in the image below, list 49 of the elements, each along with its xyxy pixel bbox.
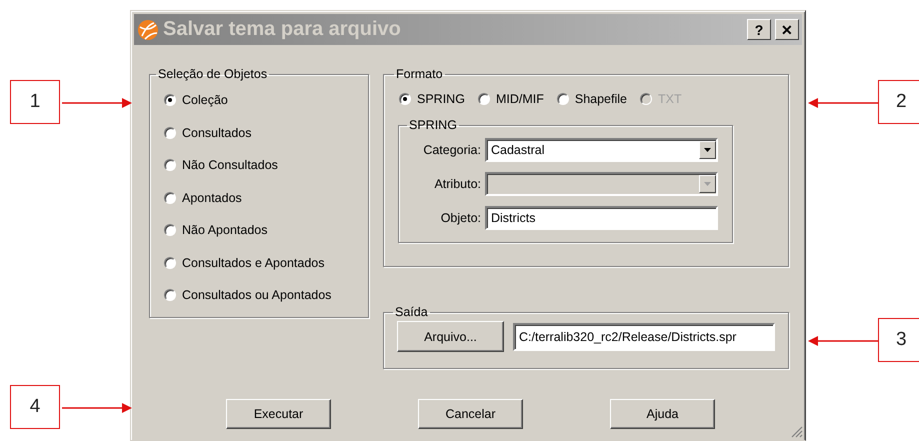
arrow bbox=[62, 403, 132, 413]
input-field[interactable]: C:/terralib320_rc2/Release/Districts.spr bbox=[513, 322, 775, 350]
help-button[interactable]: ? bbox=[747, 19, 771, 40]
arrow bbox=[808, 336, 878, 346]
group-title: Seleção de Objetos bbox=[157, 67, 268, 81]
radio-button[interactable]: Não Apontados bbox=[164, 223, 268, 237]
radio-circle-icon[interactable] bbox=[164, 256, 176, 268]
radio-circle-icon[interactable] bbox=[164, 126, 176, 138]
dialog-button[interactable]: Arquivo... bbox=[397, 321, 504, 352]
close-button[interactable]: ✕ bbox=[775, 19, 799, 40]
resize-grip-icon[interactable] bbox=[791, 426, 803, 438]
field-label: Objeto: bbox=[440, 211, 482, 225]
field-label: Atributo: bbox=[433, 177, 482, 191]
radio-circle-icon[interactable] bbox=[478, 93, 490, 105]
radio-button[interactable]: Coleção bbox=[164, 93, 228, 107]
radio-button[interactable]: Apontados bbox=[164, 190, 242, 204]
radio-circle-icon[interactable] bbox=[164, 224, 176, 236]
caret-icon bbox=[704, 148, 711, 152]
radio-button[interactable]: Consultados ou Apontados bbox=[164, 288, 332, 302]
ball-icon bbox=[137, 18, 159, 40]
radio-circle-icon[interactable] bbox=[164, 94, 176, 106]
caret-icon bbox=[704, 182, 711, 186]
radio-button[interactable]: Consultados e Apontados bbox=[164, 256, 324, 270]
radio-button[interactable]: Consultados bbox=[164, 126, 252, 140]
radio-button[interactable]: SPRING bbox=[399, 92, 465, 106]
dropdown[interactable]: Cadastral bbox=[485, 138, 718, 162]
radio-circle-icon[interactable] bbox=[164, 289, 176, 301]
callout-number: 2 bbox=[878, 80, 919, 124]
radio-circle-icon[interactable] bbox=[164, 192, 176, 204]
window-title: Salvar tema para arquivo bbox=[163, 18, 402, 41]
input-field[interactable]: Districts bbox=[485, 206, 718, 230]
dialog-button[interactable]: Cancelar bbox=[418, 399, 523, 429]
dialog-button[interactable]: Executar bbox=[226, 399, 331, 429]
group-title: Formato bbox=[395, 67, 444, 81]
callout-number: 3 bbox=[878, 318, 919, 362]
radio-circle-icon[interactable] bbox=[164, 159, 176, 171]
callout-number: 4 bbox=[10, 385, 60, 429]
arrow bbox=[62, 98, 132, 108]
radio-button[interactable]: Não Consultados bbox=[164, 158, 278, 172]
field-label: Categoria: bbox=[422, 143, 482, 157]
group-title: Saída bbox=[394, 305, 429, 319]
arrow bbox=[808, 98, 878, 108]
radio-circle-icon[interactable] bbox=[556, 93, 569, 105]
group-title: SPRING bbox=[408, 118, 458, 132]
radio-circle-icon[interactable] bbox=[399, 93, 411, 105]
radio-button[interactable]: Shapefile bbox=[556, 92, 627, 106]
radio-button[interactable]: MID/MIF bbox=[478, 92, 544, 106]
dialog-button[interactable]: Ajuda bbox=[610, 399, 715, 429]
callout-number: 1 bbox=[10, 80, 60, 124]
